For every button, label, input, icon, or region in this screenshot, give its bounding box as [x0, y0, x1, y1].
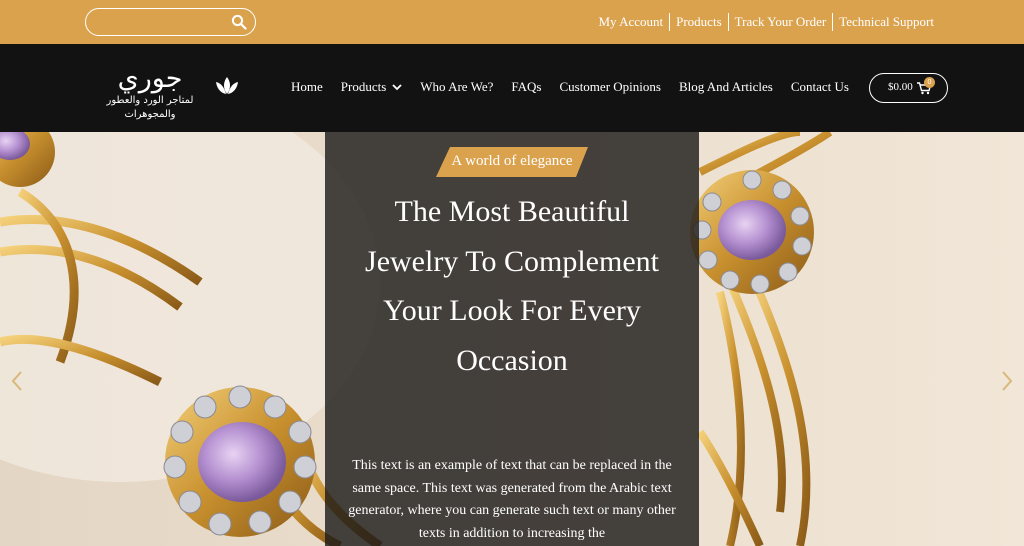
top-links: My Account Products Track Your Order Tec…: [592, 13, 940, 31]
nav-products-label: Products: [340, 79, 387, 94]
hero-body-text: This text is an example of text that can…: [348, 458, 676, 541]
site-logo[interactable]: جوري لمتاجر الورد والعطور والمجوهرات: [86, 63, 246, 120]
slider-prev-arrow[interactable]: [10, 370, 24, 392]
nav-opinions-label: Customer Opinions: [559, 79, 661, 94]
technical-support-link[interactable]: Technical Support: [833, 13, 940, 31]
hero-tag: A world of elegance: [436, 147, 588, 177]
nav-home[interactable]: Home: [291, 79, 323, 95]
nav-customer-opinions[interactable]: Customer Opinions: [559, 79, 660, 95]
cart-count-badge: 0: [924, 77, 935, 88]
nav-contact-label: Contact Us: [790, 79, 849, 94]
slider-next-arrow[interactable]: [1000, 370, 1014, 392]
nav-contact[interactable]: Contact Us: [791, 79, 849, 95]
nav-faqs-label: FAQs: [511, 79, 542, 94]
nav-products[interactable]: Products: [341, 79, 403, 95]
logo-name: جوري: [117, 63, 183, 94]
top-bar: My Account Products Track Your Order Tec…: [0, 0, 1024, 44]
nav-who-label: Who Are We?: [420, 79, 494, 94]
hero-slider: A world of elegance The Most Beautiful J…: [0, 132, 1024, 546]
search-box[interactable]: [85, 8, 256, 36]
search-input[interactable]: [96, 13, 226, 31]
products-top-link[interactable]: Products: [670, 13, 728, 31]
main-nav: Home Products Who Are We? FAQs Customer …: [282, 79, 858, 95]
nav-who-are-we[interactable]: Who Are We?: [420, 79, 493, 95]
lotus-icon: [216, 77, 238, 94]
my-account-link[interactable]: My Account: [592, 13, 669, 31]
main-header: جوري لمتاجر الورد والعطور والمجوهرات Hom…: [0, 44, 1024, 132]
chevron-down-icon: [392, 84, 402, 91]
nav-blog-label: Blog And Articles: [678, 79, 773, 94]
cart-total: $0.00: [888, 81, 913, 93]
hero-tag-text: A world of elegance: [451, 153, 573, 169]
cart-button[interactable]: $0.00 0: [869, 73, 948, 103]
nav-blog[interactable]: Blog And Articles: [679, 79, 773, 95]
nav-faqs[interactable]: FAQs: [511, 79, 541, 95]
hero-headline: The Most Beautiful Jewelry To Complement…: [365, 195, 659, 377]
nav-home-label: Home: [291, 79, 323, 94]
logo-subtitle: لمتاجر الورد والعطور والمجوهرات: [106, 95, 194, 120]
search-icon[interactable]: [231, 14, 247, 30]
track-order-link[interactable]: Track Your Order: [729, 13, 833, 31]
